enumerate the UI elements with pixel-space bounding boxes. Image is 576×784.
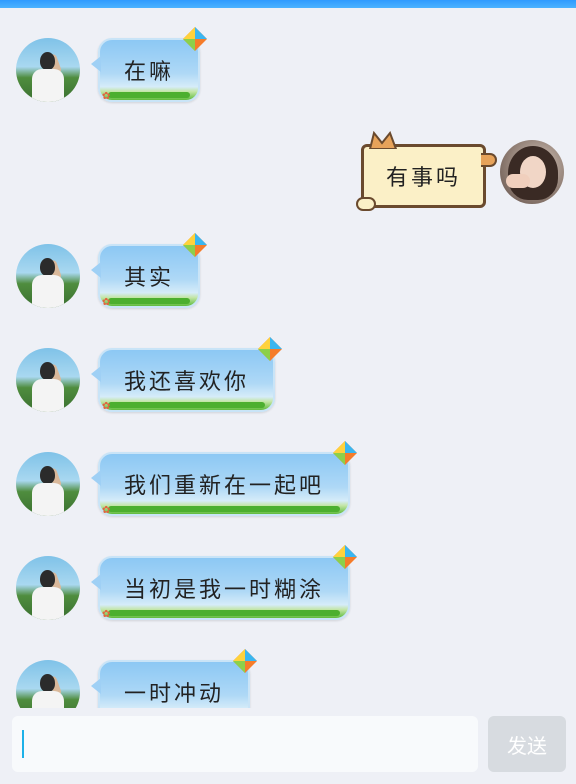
kite-icon xyxy=(183,27,208,51)
cat-ears-icon xyxy=(368,131,398,149)
message-row-left: ✿ 我还喜欢你 xyxy=(0,337,576,428)
message-text: 我们重新在一起吧 xyxy=(124,474,325,499)
message-text: 一时冲动 xyxy=(124,682,225,707)
kite-icon xyxy=(233,649,258,673)
message-bubble[interactable]: ✿ 我们重新在一起吧 xyxy=(91,441,358,516)
send-button[interactable]: 发送 xyxy=(488,716,566,772)
message-input[interactable] xyxy=(12,716,478,772)
message-bubble[interactable]: ✿ 其实 xyxy=(91,233,208,308)
message-bubble[interactable]: ✿ 我还喜欢你 xyxy=(91,337,283,412)
message-text: 其实 xyxy=(124,266,175,291)
kite-icon xyxy=(333,545,358,569)
contact-avatar[interactable] xyxy=(16,348,80,412)
composer-bar: 发送 xyxy=(0,708,576,784)
contact-avatar[interactable] xyxy=(16,660,80,708)
message-row-left: ✿ 一时冲动 xyxy=(0,649,576,708)
message-row-left: ✿ 我们重新在一起吧 xyxy=(0,441,576,532)
chat-message-list[interactable]: ✿ 在嘛 有事吗 ✿ 其实 ✿ 我还喜欢你 ✿ 我们重新在一起吧 ✿ 当初是我一… xyxy=(0,8,576,708)
contact-avatar[interactable] xyxy=(16,452,80,516)
message-bubble[interactable]: 有事吗 xyxy=(355,131,497,211)
message-bubble[interactable]: ✿ 在嘛 xyxy=(91,27,208,102)
message-row-left: ✿ 当初是我一时糊涂 xyxy=(0,545,576,636)
top-status-bar xyxy=(0,0,576,8)
kite-icon xyxy=(183,233,208,257)
kite-icon xyxy=(258,337,283,361)
my-avatar[interactable] xyxy=(500,140,564,204)
contact-avatar[interactable] xyxy=(16,244,80,308)
text-cursor xyxy=(22,730,24,758)
contact-avatar[interactable] xyxy=(16,38,80,102)
message-row-left: ✿ 其实 xyxy=(0,233,576,324)
message-text: 有事吗 xyxy=(385,166,461,191)
message-bubble[interactable]: ✿ 一时冲动 xyxy=(91,649,258,708)
message-text: 我还喜欢你 xyxy=(124,370,250,395)
message-row-right: 有事吗 xyxy=(0,131,576,220)
kite-icon xyxy=(333,441,358,465)
message-text: 在嘛 xyxy=(124,60,175,85)
message-row-left: ✿ 在嘛 xyxy=(0,27,576,118)
contact-avatar[interactable] xyxy=(16,556,80,620)
message-bubble[interactable]: ✿ 当初是我一时糊涂 xyxy=(91,545,358,620)
message-text: 当初是我一时糊涂 xyxy=(124,578,325,603)
